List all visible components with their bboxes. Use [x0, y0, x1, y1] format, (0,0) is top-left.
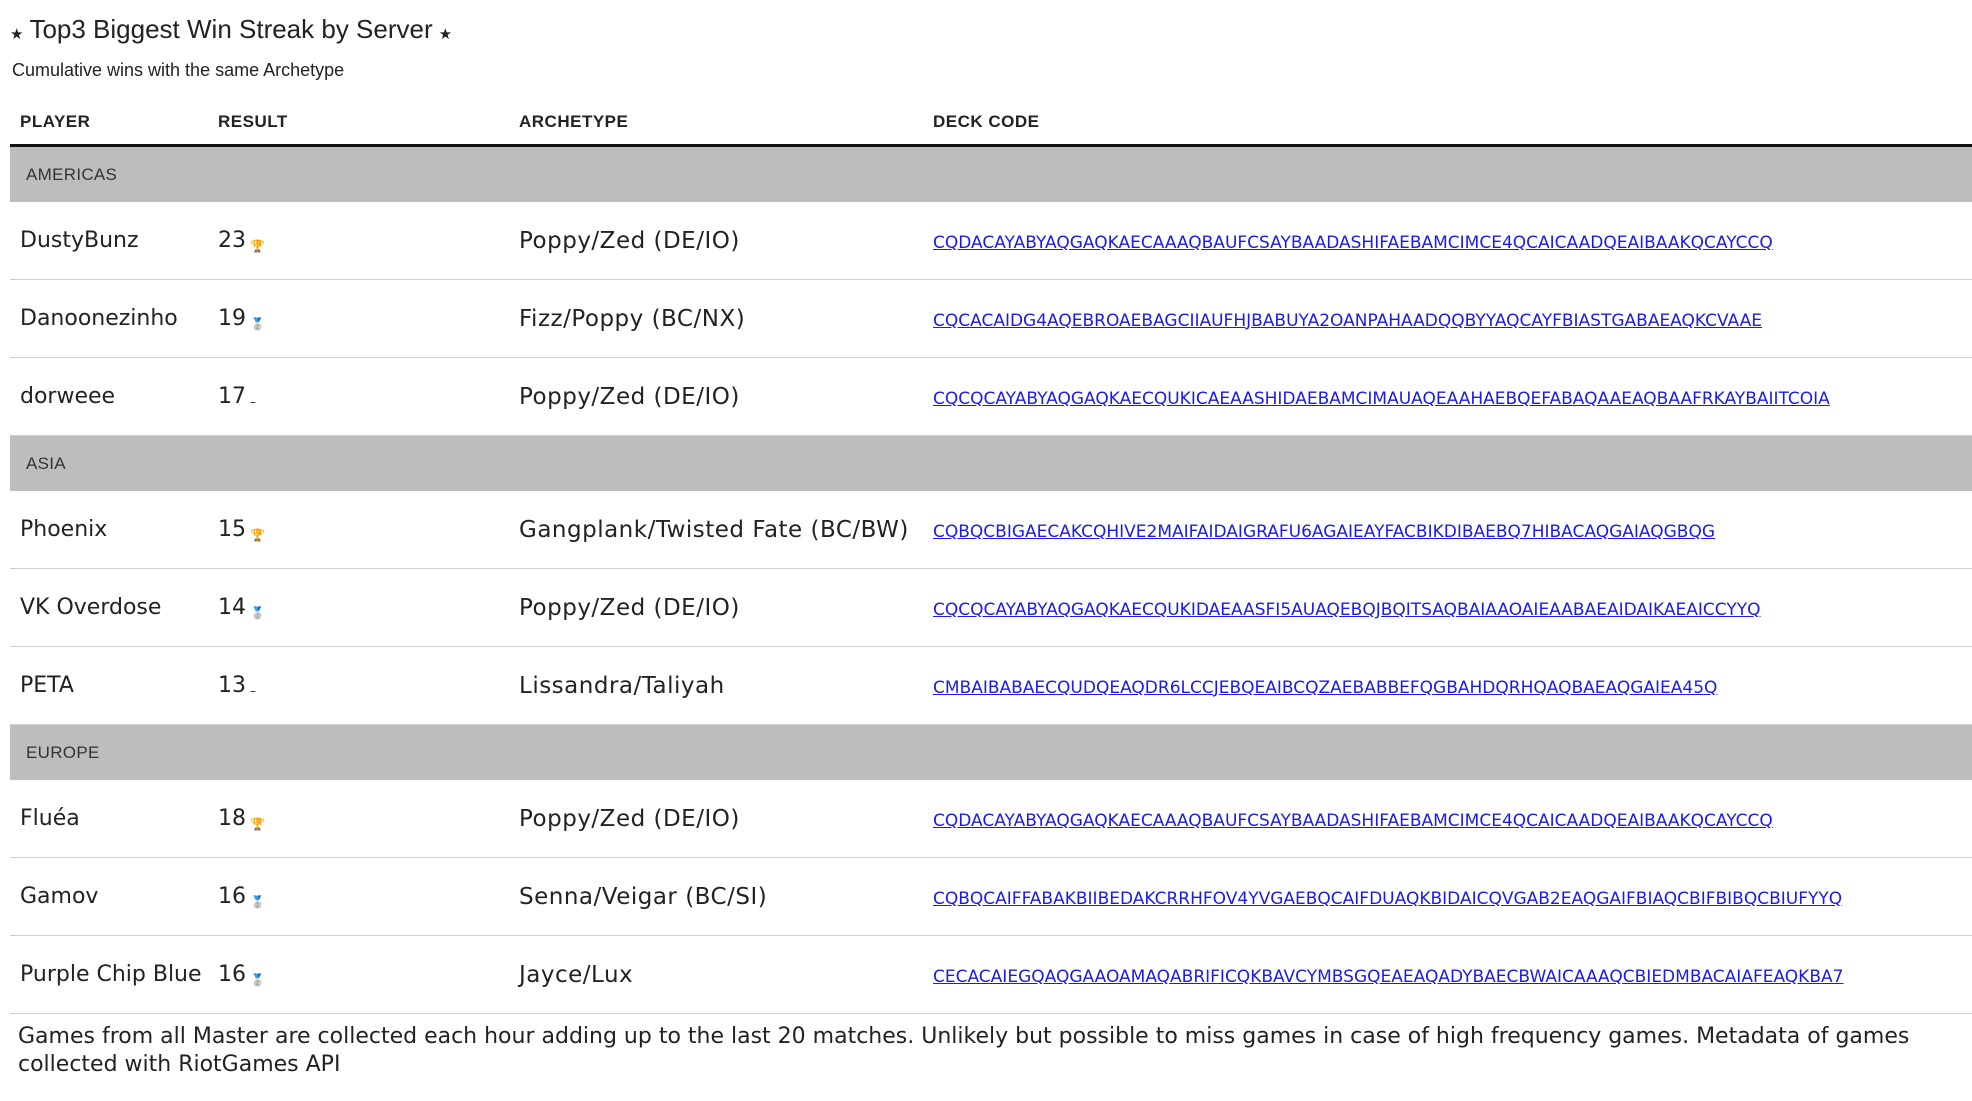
- deck-code-link[interactable]: CQBQCBIGAECAKCQHIVE2MAIFAIDAIGRAFU6AGAIE…: [933, 522, 1715, 542]
- result-value: 23: [218, 228, 246, 253]
- player-name: Fluéa: [10, 780, 208, 858]
- table-row: VK Overdose 14 🥈 Poppy/Zed (DE/IO) CQCQCAYAB…: [10, 568, 1972, 647]
- deck-code-cell: CQCQCAYABYAQGAQKAECQUKICAEAASHIDAEBAMCIM…: [923, 357, 1972, 436]
- archetype: Poppy/Zed (DE/IO): [509, 357, 923, 436]
- table-row: Phoenix 15 🏆 Gangplank/Twisted Fate (BC/BW)…: [10, 491, 1972, 569]
- result-cell: 15 🏆: [208, 491, 509, 569]
- archetype: Jayce/Lux: [509, 935, 923, 1014]
- result-cell: 17–: [208, 357, 509, 436]
- deck-code-link[interactable]: CQDACAYABYAQGAQKAECAAAQBAUFCSAYBAADASHIF…: [933, 233, 1773, 253]
- result-cell: 14 🥈: [208, 568, 509, 647]
- server-group-label: EUROPE: [10, 724, 1972, 780]
- page: ★ Top3 Biggest Win Streak by Server ★ Cu…: [0, 0, 1972, 1101]
- footnote: Games from all Master are collected each…: [18, 1024, 1910, 1077]
- medal-icon: 🥈: [250, 317, 265, 331]
- result-value: 18: [218, 806, 246, 831]
- deck-code-link[interactable]: CQCACAIDG4AQEBROAEBAGCIIAUFHJBABUYA2OANP…: [933, 311, 1762, 331]
- table-row: PETA 13– Lissandra/Taliyah CMBAIBABAECQUDQE…: [10, 646, 1972, 725]
- result-value: 14: [218, 595, 246, 620]
- player-name: VK Overdose: [10, 568, 208, 647]
- archetype: Poppy/Zed (DE/IO): [509, 568, 923, 647]
- server-group-row: ASIA: [10, 435, 1972, 491]
- result-cell: 23 🏆: [208, 202, 509, 280]
- result-value: 16: [218, 884, 246, 909]
- table-row: Danoonezinho 19 🥈 Fizz/Poppy (BC/NX) CQCACAI…: [10, 279, 1972, 358]
- dash-icon: –: [250, 395, 256, 409]
- deck-code-cell: CQBQCBIGAECAKCQHIVE2MAIFAIDAIGRAFU6AGAIE…: [923, 491, 1972, 569]
- deck-code-link[interactable]: CQCQCAYABYAQGAQKAECQUKIDAEAASFI5AUAQEBQJ…: [933, 600, 1760, 620]
- player-name: PETA: [10, 646, 208, 725]
- server-group-row: EUROPE: [10, 724, 1972, 780]
- result-cell: 19 🥈: [208, 279, 509, 358]
- server-group-row: AMERICAS: [10, 145, 1972, 202]
- dash-icon: –: [250, 684, 256, 698]
- player-name: dorweee: [10, 357, 208, 436]
- deck-code-link[interactable]: CQDACAYABYAQGAQKAECAAAQBAUFCSAYBAADASHIF…: [933, 811, 1773, 831]
- player-name: DustyBunz: [10, 202, 208, 280]
- deck-code-link[interactable]: CQBQCAIFFABAKBIIBEDAKCRRHFOV4YVGAEBQCAIF…: [933, 889, 1842, 909]
- column-header-result: RESULT: [208, 100, 509, 147]
- deck-code-link[interactable]: CMBAIBABAECQUDQEAQDR6LCCJEBQEAIBCQZAEBAB…: [933, 678, 1717, 698]
- archetype: Lissandra/Taliyah: [509, 646, 923, 725]
- archetype: Poppy/Zed (DE/IO): [509, 202, 923, 280]
- deck-code-link[interactable]: CQCQCAYABYAQGAQKAECQUKICAEAASHIDAEBAMCIM…: [933, 389, 1830, 409]
- result-cell: 16 🥈: [208, 935, 509, 1014]
- trophy-icon: 🏆: [250, 817, 265, 831]
- table-row: DustyBunz 23 🏆 Poppy/Zed (DE/IO) CQDACAYABYA…: [10, 202, 1972, 280]
- deck-code-cell: CQBQCAIFFABAKBIIBEDAKCRRHFOV4YVGAEBQCAIF…: [923, 857, 1972, 936]
- server-group-label: AMERICAS: [10, 145, 1972, 202]
- result-value: 16: [218, 962, 246, 987]
- trophy-icon: 🏆: [250, 239, 265, 253]
- deck-code-cell: CQCQCAYABYAQGAQKAECQUKIDAEAASFI5AUAQEBQJ…: [923, 568, 1972, 647]
- trophy-icon: 🏆: [250, 528, 265, 542]
- deck-code-link[interactable]: CECACAIEGQAQGAAOAMAQABRIFICQKBAVCYMBSGQE…: [933, 967, 1843, 987]
- deck-code-cell: CMBAIBABAECQUDQEAQDR6LCCJEBQEAIBCQZAEBAB…: [923, 646, 1972, 725]
- medal-icon: 🥈: [250, 895, 265, 909]
- table-row: Purple Chip Blue 16 🥈 Jayce/Lux CECACAIEGQAQ…: [10, 935, 1972, 1014]
- deck-code-cell: CQCACAIDG4AQEBROAEBAGCIIAUFHJBABUYA2OANP…: [923, 279, 1972, 358]
- deck-code-cell: CECACAIEGQAQGAAOAMAQABRIFICQKBAVCYMBSGQE…: [923, 935, 1972, 1014]
- table-row: Fluéa 18 🏆 Poppy/Zed (DE/IO) CQDACAYABYAQGAQ…: [10, 780, 1972, 858]
- table-row: dorweee 17– Poppy/Zed (DE/IO) CQCQCAYABYAQG…: [10, 357, 1972, 436]
- medal-icon: 🥈: [250, 606, 265, 620]
- star-icon: ★: [438, 25, 453, 43]
- deck-code-cell: CQDACAYABYAQGAQKAECAAAQBAUFCSAYBAADASHIF…: [923, 780, 1972, 858]
- player-name: Purple Chip Blue: [10, 935, 208, 1014]
- player-name: Danoonezinho: [10, 279, 208, 358]
- win-streak-table: PLAYER RESULT ARCHETYPE DECK CODE AMERIC…: [10, 100, 1972, 1014]
- column-header-player: PLAYER: [10, 100, 208, 147]
- column-header-archetype: ARCHETYPE: [509, 100, 923, 147]
- archetype: Gangplank/Twisted Fate (BC/BW): [509, 491, 923, 569]
- deck-code-cell: CQDACAYABYAQGAQKAECAAAQBAUFCSAYBAADASHIF…: [923, 202, 1972, 280]
- medal-icon: 🥈: [250, 973, 265, 987]
- table-row: Gamov 16 🥈 Senna/Veigar (BC/SI) CQBQCAIFFABA…: [10, 857, 1972, 936]
- page-subtitle: Cumulative wins with the same Archetype: [12, 60, 345, 80]
- server-group-label: ASIA: [10, 435, 1972, 491]
- column-header-deck-code: DECK CODE: [923, 100, 1972, 147]
- archetype: Poppy/Zed (DE/IO): [509, 780, 923, 858]
- page-title: ★ Top3 Biggest Win Streak by Server ★: [10, 14, 452, 45]
- result-cell: 13–: [208, 646, 509, 725]
- result-value: 17: [218, 384, 246, 409]
- result-value: 13: [218, 673, 246, 698]
- archetype: Fizz/Poppy (BC/NX): [509, 279, 923, 358]
- player-name: Gamov: [10, 857, 208, 936]
- result-cell: 18 🏆: [208, 780, 509, 858]
- title-text: Top3 Biggest Win Streak by Server: [29, 14, 433, 44]
- table-header-row: PLAYER RESULT ARCHETYPE DECK CODE: [10, 100, 1972, 147]
- result-cell: 16 🥈: [208, 857, 509, 936]
- star-icon: ★: [10, 25, 24, 43]
- archetype: Senna/Veigar (BC/SI): [509, 857, 923, 936]
- player-name: Phoenix: [10, 491, 208, 569]
- table-body: AMERICAS DustyBunz 23 🏆 Poppy/Zed (DE/IO) CQD…: [10, 145, 1972, 1014]
- result-value: 19: [218, 306, 246, 331]
- result-value: 15: [218, 517, 246, 542]
